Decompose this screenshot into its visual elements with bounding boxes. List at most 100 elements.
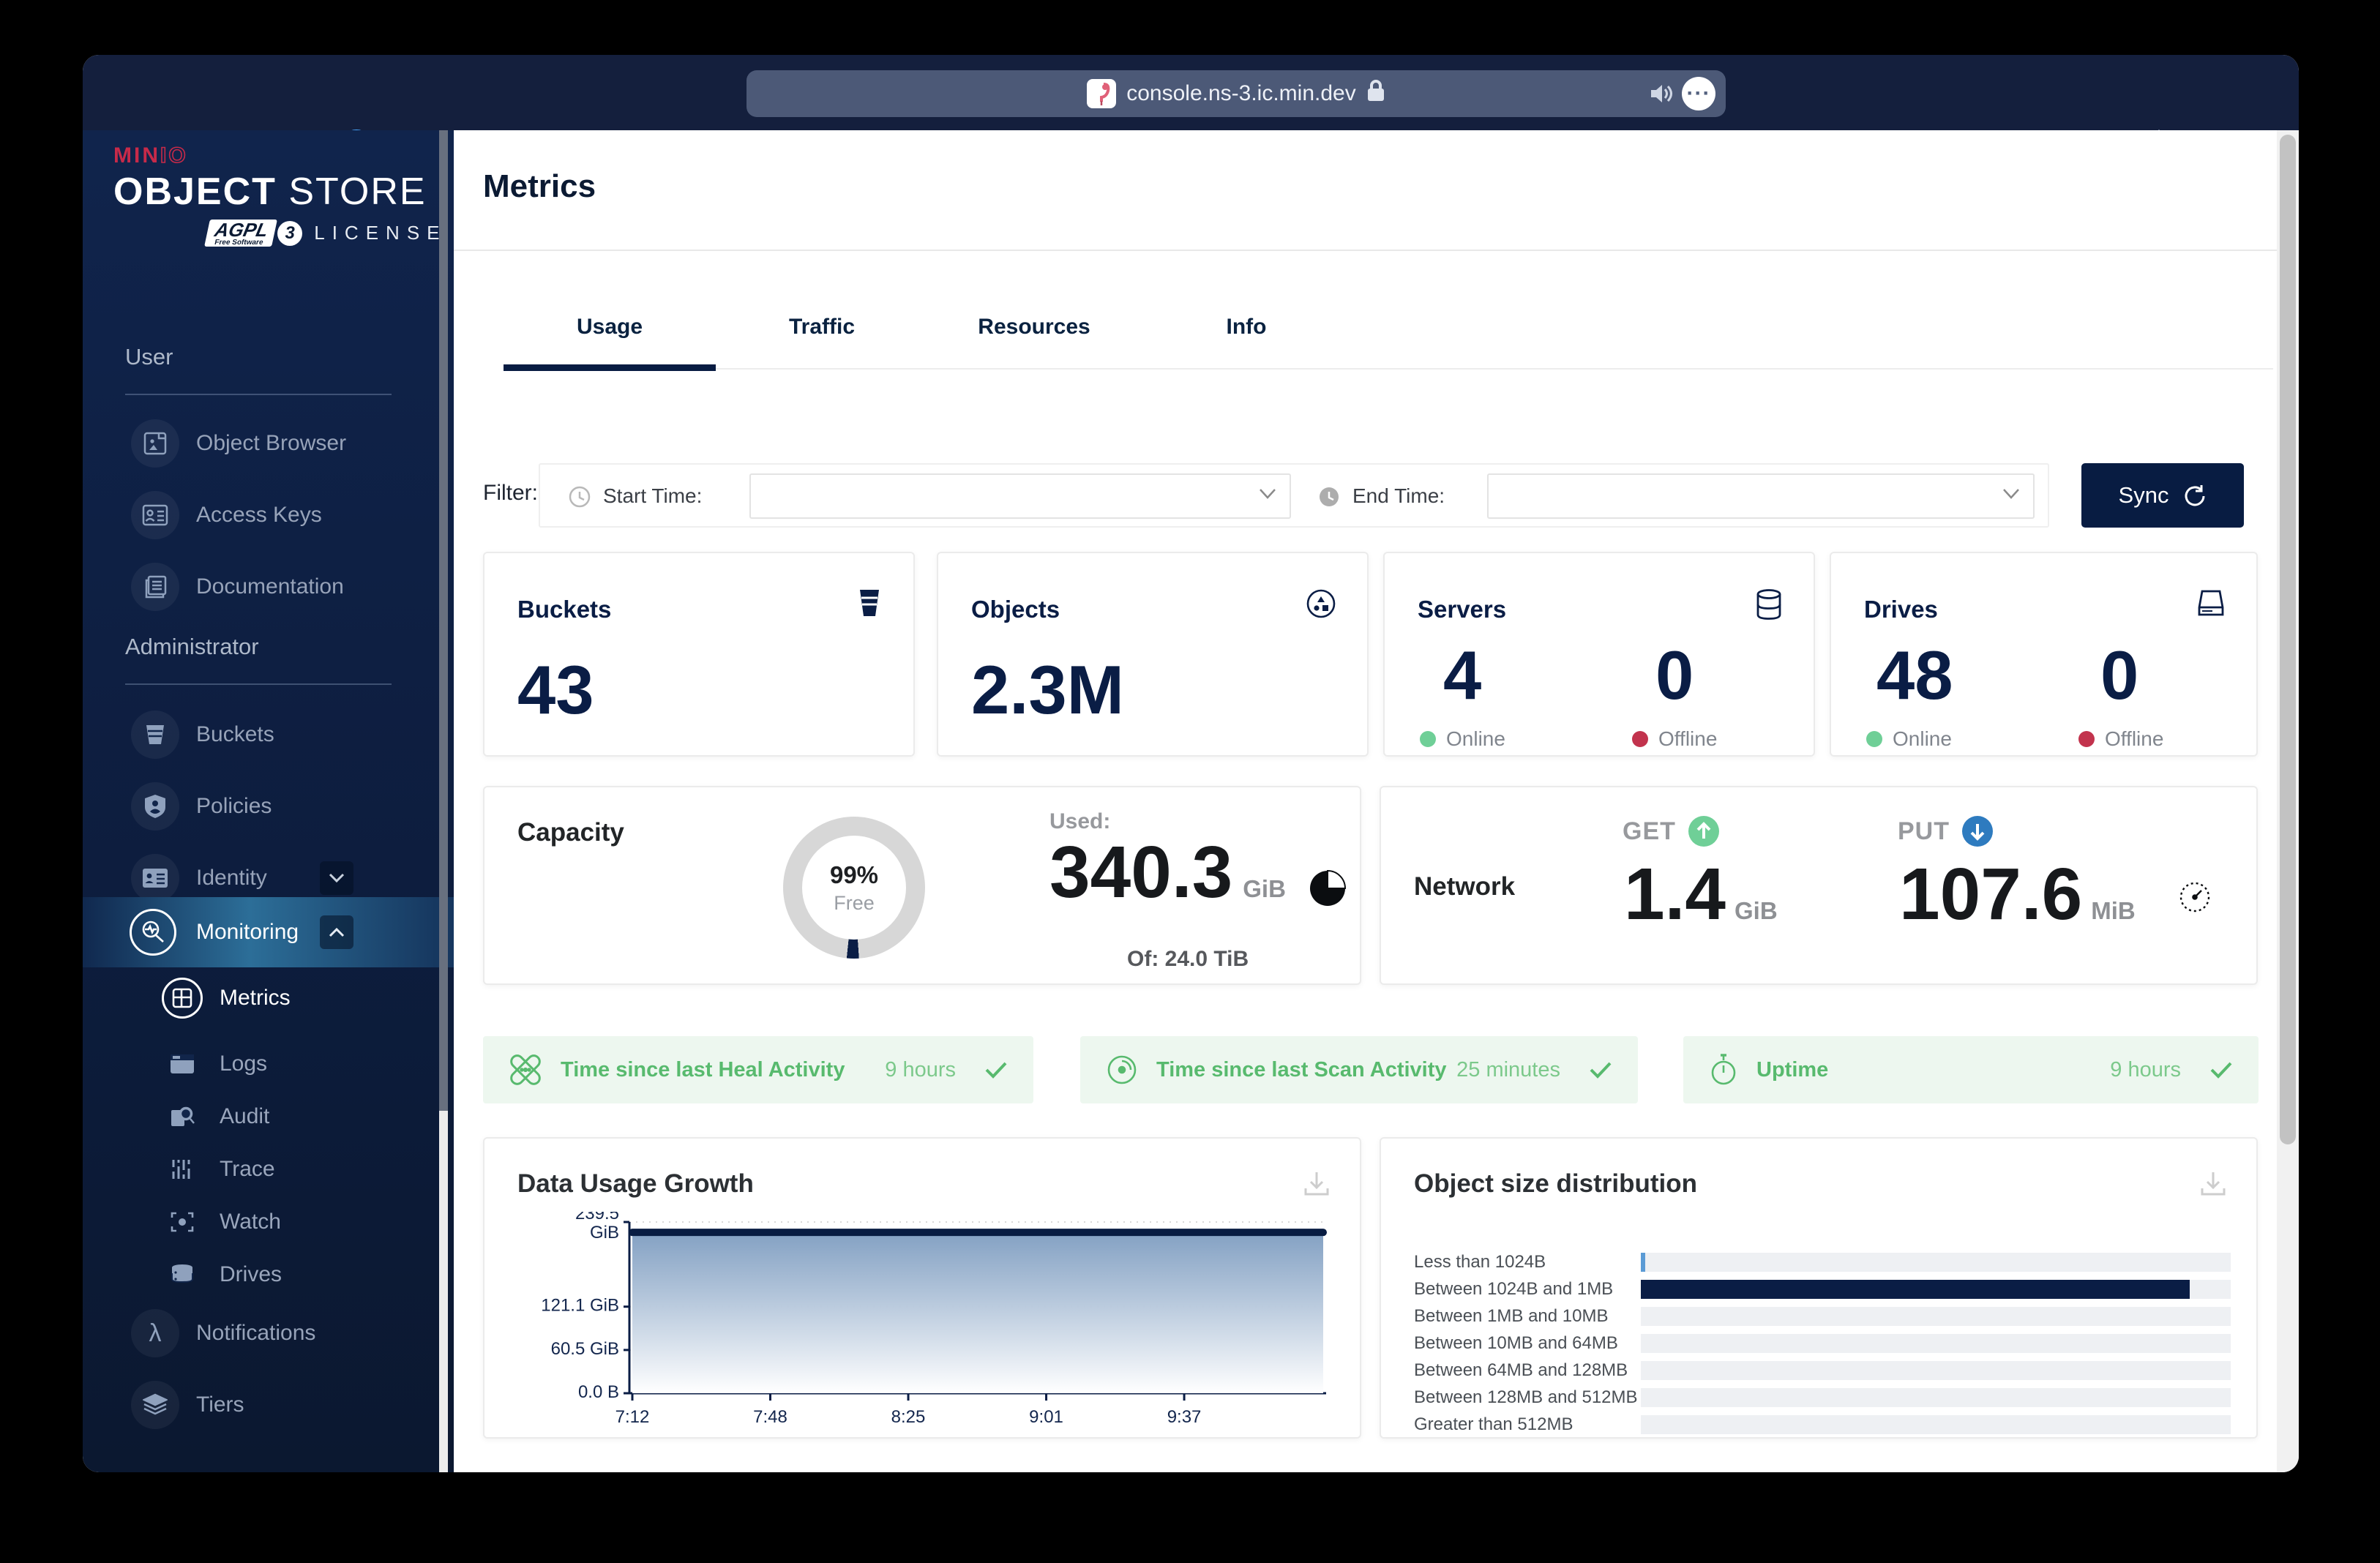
capacity-donut: 99% Free [783, 817, 925, 959]
sidebar-item-access-keys[interactable]: Access Keys [83, 480, 454, 550]
filter-row: Filter: Start Time: End Time: Sync [483, 463, 2273, 529]
network-put-value: 107.6 [1899, 853, 2083, 935]
servers-online-count: 4 [1443, 637, 1482, 713]
size-bar-track [1641, 1280, 2231, 1299]
size-bucket-label: Between 128MB and 512MB [1414, 1387, 1638, 1407]
sidebar-item-documentation[interactable]: Documentation [83, 552, 454, 622]
minio-logo: MINIO OBJECT STORE AGPL Free Software 3 L… [113, 143, 447, 247]
sidebar-item-notifications[interactable]: λ Notifications [83, 1298, 454, 1368]
servers-card: Servers 4 0 Online Offline [1383, 552, 1815, 757]
svg-text:0.0 B: 0.0 B [578, 1382, 619, 1402]
size-bar-fill [1641, 1280, 2190, 1299]
tab-resources[interactable]: Resources [928, 315, 1140, 370]
address-bar[interactable]: console.ns-3.ic.min.dev ··· [746, 70, 1726, 117]
download-chart-icon[interactable] [2199, 1169, 2227, 1201]
tab-usage[interactable]: Usage [504, 315, 716, 370]
usage-growth-chart: 239.5 GiB 121.1 GiB 60.5 GiB 0.0 B 7:12 7:48 8:… [499, 1204, 1348, 1431]
sidebar-scrollbar-thumb[interactable] [439, 130, 448, 1111]
sidebar-item-policies[interactable]: Policies [83, 771, 454, 842]
size-distribution-row: Between 64MB and 128MB [1414, 1358, 2231, 1383]
size-bucket-label: Between 1024B and 1MB [1414, 1279, 1614, 1299]
size-bucket-label: Between 1MB and 10MB [1414, 1306, 1609, 1326]
page-settings-button[interactable]: ··· [1682, 77, 1715, 110]
drives-offline-label: Offline [2078, 727, 2163, 751]
watch-icon [171, 1212, 194, 1232]
sidebar-item-monitoring[interactable]: Monitoring [83, 897, 454, 967]
objects-card: Objects 2.3M [937, 552, 1369, 757]
lock-icon [1366, 79, 1385, 108]
uptime-pill: Uptime 9 hours [1683, 1036, 2259, 1103]
capacity-used-label: Used: [1049, 809, 1111, 833]
metrics-icon [172, 988, 192, 1008]
offline-dot [2078, 731, 2095, 747]
identity-expand-chevron[interactable] [320, 861, 353, 895]
drives-online-label: Online [1866, 727, 1952, 751]
uptime-value: 9 hours [2110, 1057, 2181, 1082]
sidebar-item-buckets[interactable]: Buckets [83, 700, 454, 770]
drives-online-count: 48 [1876, 637, 1953, 713]
scan-value: 25 minutes [1456, 1057, 1560, 1082]
online-dot [1420, 731, 1436, 747]
sidebar-subitem-audit[interactable]: Audit [83, 1090, 454, 1143]
sidebar-subitem-trace[interactable]: Trace [83, 1143, 454, 1196]
buckets-count: 43 [517, 651, 594, 728]
tab-bar: Usage Traffic Resources Info [504, 315, 1352, 370]
online-dot [1866, 731, 1882, 747]
mute-icon[interactable] [1650, 83, 1674, 105]
svg-text:9:37: 9:37 [1167, 1407, 1202, 1427]
network-get-value: 1.4 [1624, 853, 1726, 935]
license-badge: AGPL Free Software 3 LICENSE [204, 219, 447, 247]
page-title: Metrics [483, 168, 596, 204]
objects-icon [1306, 589, 1336, 618]
logs-icon [171, 1054, 194, 1073]
end-time-label: End Time: [1352, 484, 1445, 507]
scan-icon [1107, 1055, 1137, 1084]
tab-traffic[interactable]: Traffic [716, 315, 928, 370]
servers-online-label: Online [1420, 727, 1505, 751]
sidebar-scrollbar[interactable] [439, 130, 448, 1472]
sidebar-item-object-browser[interactable]: Object Browser [83, 408, 454, 479]
offline-dot [1632, 731, 1648, 747]
objects-count: 2.3M [971, 651, 1124, 728]
sidebar-item-tiers[interactable]: Tiers [83, 1370, 454, 1440]
servers-icon [1756, 589, 1781, 620]
clock-icon [569, 486, 591, 508]
network-put-label: PUT [1898, 817, 1950, 845]
audit-icon [171, 1106, 195, 1126]
monitoring-icon [142, 921, 164, 942]
drive-icon [2198, 590, 2224, 616]
sync-button[interactable]: Sync [2081, 463, 2244, 528]
buckets-icon [146, 725, 164, 744]
download-chart-icon[interactable] [1303, 1169, 1331, 1201]
capacity-card: Capacity 99% Free Used: 340.3 GiB Of: 24… [483, 786, 1361, 985]
end-time-select[interactable] [1487, 473, 2035, 519]
section-heading-administrator: Administrator [125, 634, 259, 659]
put-down-arrow-icon [1962, 816, 1993, 847]
drives-card: Drives 48 0 Online Offline [1830, 552, 2258, 757]
capacity-used-unit: GiB [1243, 875, 1286, 902]
drives-offline-count: 0 [2100, 637, 2139, 713]
size-distribution-row: Less than 1024B [1414, 1250, 2231, 1275]
monitoring-collapse-chevron[interactable] [320, 915, 353, 949]
main-scrollbar-thumb[interactable] [2280, 135, 2296, 1144]
size-distribution-row: Between 128MB and 512MB [1414, 1385, 2231, 1410]
page-header: Metrics [454, 130, 2299, 251]
size-distribution-row: Greater than 512MB [1414, 1412, 2231, 1437]
size-bar-fill [1641, 1253, 1645, 1272]
network-title: Network [1414, 872, 1516, 901]
access-keys-icon [142, 504, 168, 526]
uptime-label: Uptime [1756, 1057, 1829, 1082]
pie-icon [1310, 869, 1347, 906]
tab-underline-track [504, 368, 2273, 370]
start-time-select[interactable] [749, 473, 1291, 519]
sidebar-subitem-drives[interactable]: Drives [83, 1248, 454, 1301]
sidebar-subitem-metrics[interactable]: Metrics [83, 972, 454, 1024]
sidebar-subitem-logs[interactable]: Logs [83, 1038, 454, 1090]
sidebar-subitem-watch[interactable]: Watch [83, 1196, 454, 1248]
size-distribution-row: Between 1024B and 1MB [1414, 1277, 2231, 1302]
servers-offline-count: 0 [1655, 637, 1694, 713]
stopwatch-icon [1711, 1054, 1736, 1085]
main-scrollbar[interactable] [2277, 130, 2299, 1472]
tab-info[interactable]: Info [1140, 315, 1352, 370]
browser-window: console.ns-3.ic.min.dev ··· MINIO OBJECT… [83, 55, 2299, 1472]
